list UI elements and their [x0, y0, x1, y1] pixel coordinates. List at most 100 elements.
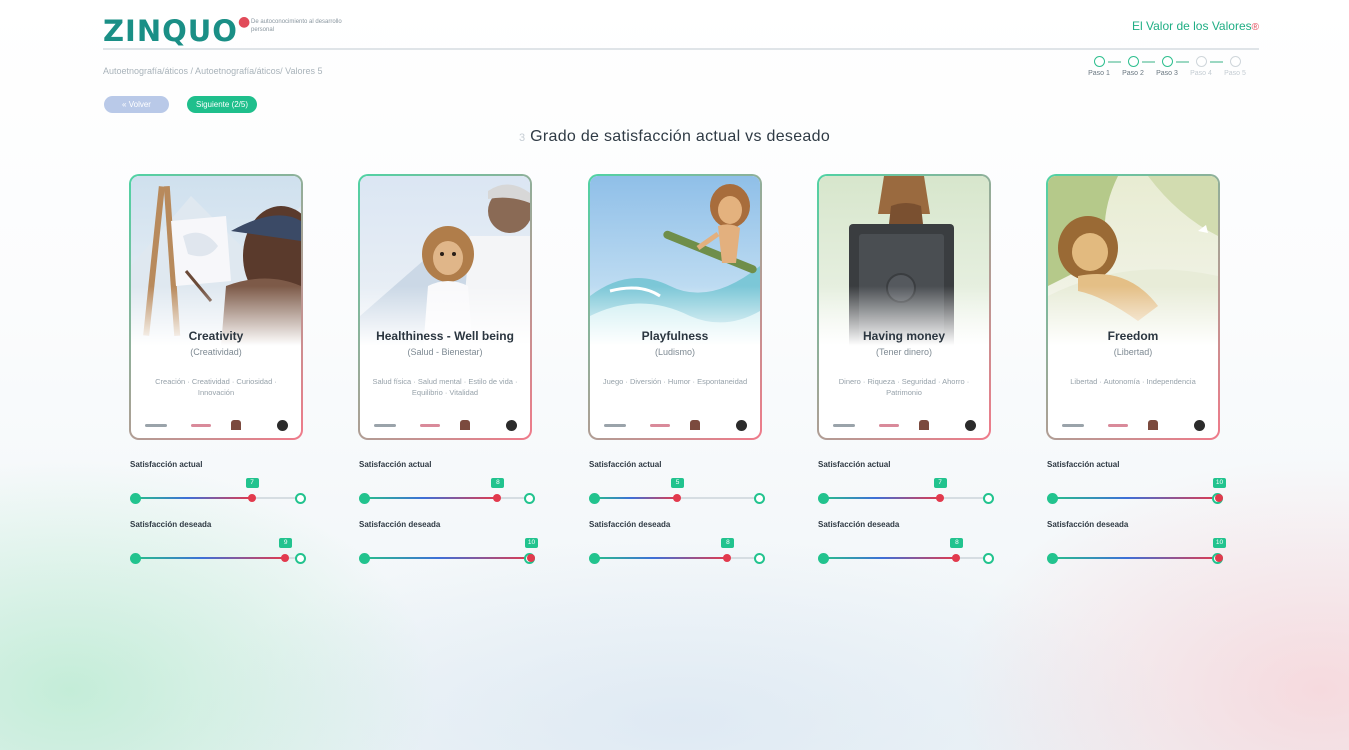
- current-satisfaction-slider[interactable]: 10: [1047, 478, 1226, 504]
- card-title: Creativity: [188, 329, 244, 343]
- step-circle-icon: [1229, 56, 1241, 67]
- partner-logo-icon: [191, 424, 211, 427]
- bear-logo-icon: [690, 420, 700, 430]
- current-satisfaction-slider[interactable]: 8: [359, 478, 535, 504]
- slider-value-badge: 10: [1213, 538, 1226, 548]
- step-label: Paso 1: [1088, 70, 1110, 77]
- current-satisfaction-label: Satisfacción actual: [589, 460, 662, 469]
- slider-fill: [593, 497, 677, 499]
- back-button[interactable]: « Volver: [104, 96, 169, 113]
- logo-tagline: De autoconocimiento al desarrollo person…: [251, 19, 342, 33]
- card-footer-logos: [145, 420, 289, 432]
- step-circle-icon: [1161, 56, 1173, 67]
- breadcrumb[interactable]: Autoetnografía/áticos / Autoetnografía/á…: [103, 66, 322, 76]
- card-title: Playfulness: [641, 329, 709, 343]
- value-card[interactable]: Creativity (Creatividad) Creación · Creati…: [129, 174, 303, 440]
- slider-min-dot-icon: [359, 493, 370, 504]
- slider-thumb[interactable]: [723, 554, 732, 562]
- slider-thumb[interactable]: [281, 554, 290, 562]
- bear-logo-icon: [231, 420, 241, 430]
- slider-max-dot-icon: [754, 493, 765, 504]
- step-label: Paso 2: [1122, 70, 1144, 77]
- satisfaction-controls: Satisfacción actual 7 Satisfacción deseada…: [130, 460, 306, 570]
- card-title: Freedom: [1107, 329, 1159, 343]
- slider-min-dot-icon: [589, 493, 600, 504]
- value-card[interactable]: Having money (Tener dinero) Dinero · Rique…: [817, 174, 991, 440]
- card-subtitle: (Tener dinero): [875, 347, 933, 357]
- slider-thumb[interactable]: [1215, 554, 1223, 562]
- partner-logo-icon: [145, 424, 167, 427]
- slider-thumb[interactable]: [952, 554, 961, 562]
- desired-satisfaction-slider[interactable]: 8: [818, 538, 994, 564]
- page-title: 3 Grado de satisfacción actual vs desead…: [518, 128, 831, 145]
- satisfaction-controls: Satisfacción actual 8 Satisfacción deseada…: [359, 460, 538, 570]
- step-3[interactable]: Paso 3: [1156, 56, 1178, 77]
- circle-logo-icon: [965, 420, 976, 431]
- step-label: Paso 3: [1156, 70, 1178, 77]
- slider-value-badge: 8: [950, 538, 964, 548]
- slider-value-badge: 5: [671, 478, 684, 488]
- registered-mark: ®: [1251, 22, 1259, 33]
- card-description: Libertad · Autonomía · Independencia: [1070, 377, 1196, 386]
- card-footer-logos: [604, 420, 748, 432]
- slider-thumb[interactable]: [1215, 494, 1223, 502]
- card-image-fade: [131, 286, 301, 356]
- slider-thumb[interactable]: [673, 494, 681, 502]
- partner-logo-icon: [879, 424, 899, 427]
- slider-max-dot-icon: [754, 553, 765, 564]
- bear-logo-icon: [460, 420, 470, 430]
- slider-value-badge: 9: [279, 538, 293, 548]
- card-description: Dinero · Riqueza · Seguridad · Ahorro · …: [838, 377, 970, 397]
- value-card[interactable]: Healthiness - Well being (Salud - Bienest…: [358, 174, 532, 440]
- step-2[interactable]: Paso 2: [1122, 56, 1144, 77]
- bear-logo-icon: [1148, 420, 1158, 430]
- slider-max-dot-icon: [524, 493, 535, 504]
- next-button[interactable]: Siguiente (2/5): [187, 96, 257, 113]
- card-image-fade: [819, 286, 989, 356]
- slider-max-dot-icon: [983, 493, 994, 504]
- partner-logo-icon: [1108, 424, 1128, 427]
- value-card[interactable]: Freedom (Libertad) Libertad · Autonomía · …: [1046, 174, 1220, 440]
- step-connector: [1108, 61, 1121, 63]
- slider-min-dot-icon: [818, 493, 829, 504]
- card-description: Salud física · Salud mental · Estilo de …: [372, 377, 518, 397]
- current-satisfaction-slider[interactable]: 5: [589, 478, 765, 504]
- app-title[interactable]: El Valor de los Valores®: [1132, 19, 1259, 33]
- card-image-fade: [590, 286, 760, 356]
- slider-fill: [363, 557, 531, 559]
- current-satisfaction-label: Satisfacción actual: [1047, 460, 1120, 469]
- desired-satisfaction-slider[interactable]: 10: [1047, 538, 1226, 564]
- step-5[interactable]: Paso 5: [1224, 56, 1246, 77]
- card-subtitle: (Libertad): [1113, 347, 1153, 357]
- satisfaction-controls: Satisfacción actual 5 Satisfacción deseada…: [589, 460, 765, 570]
- satisfaction-controls: Satisfacción actual 10 Satisfacción desead…: [1047, 460, 1226, 570]
- desired-satisfaction-slider[interactable]: 8: [589, 538, 765, 564]
- desired-satisfaction-label: Satisfacción deseada: [818, 520, 900, 529]
- slider-thumb[interactable]: [493, 494, 502, 502]
- slider-fill: [134, 557, 286, 559]
- slider-max-dot-icon: [983, 553, 994, 564]
- current-satisfaction-slider[interactable]: 7: [130, 478, 306, 504]
- step-4[interactable]: Paso 4: [1190, 56, 1212, 77]
- slider-thumb[interactable]: [935, 494, 944, 502]
- step-1[interactable]: Paso 1: [1088, 56, 1110, 77]
- logo[interactable]: ZINQUO●: [103, 14, 251, 48]
- slider-min-dot-icon: [1047, 553, 1058, 564]
- current-satisfaction-slider[interactable]: 7: [818, 478, 994, 504]
- slider-thumb[interactable]: [527, 554, 535, 562]
- card-title: Having money: [862, 329, 946, 343]
- slider-thumb[interactable]: [247, 494, 256, 502]
- partner-logo-icon: [1062, 424, 1084, 427]
- desired-satisfaction-slider[interactable]: 10: [359, 538, 538, 564]
- slider-min-dot-icon: [1047, 493, 1058, 504]
- desired-satisfaction-slider[interactable]: 9: [130, 538, 306, 564]
- slider-fill: [822, 497, 940, 499]
- card-subtitle: (Creatividad): [190, 347, 242, 357]
- partner-logo-icon: [374, 424, 396, 427]
- card-footer-logos: [833, 420, 977, 432]
- top-bar: ZINQUO● De autoconocimiento al desarroll…: [103, 8, 1259, 50]
- slider-min-dot-icon: [130, 493, 141, 504]
- value-card[interactable]: Playfulness (Ludismo) Juego · Diversión · …: [588, 174, 762, 440]
- slider-value-badge: 7: [245, 478, 259, 488]
- slider-value-badge: 7: [933, 478, 947, 488]
